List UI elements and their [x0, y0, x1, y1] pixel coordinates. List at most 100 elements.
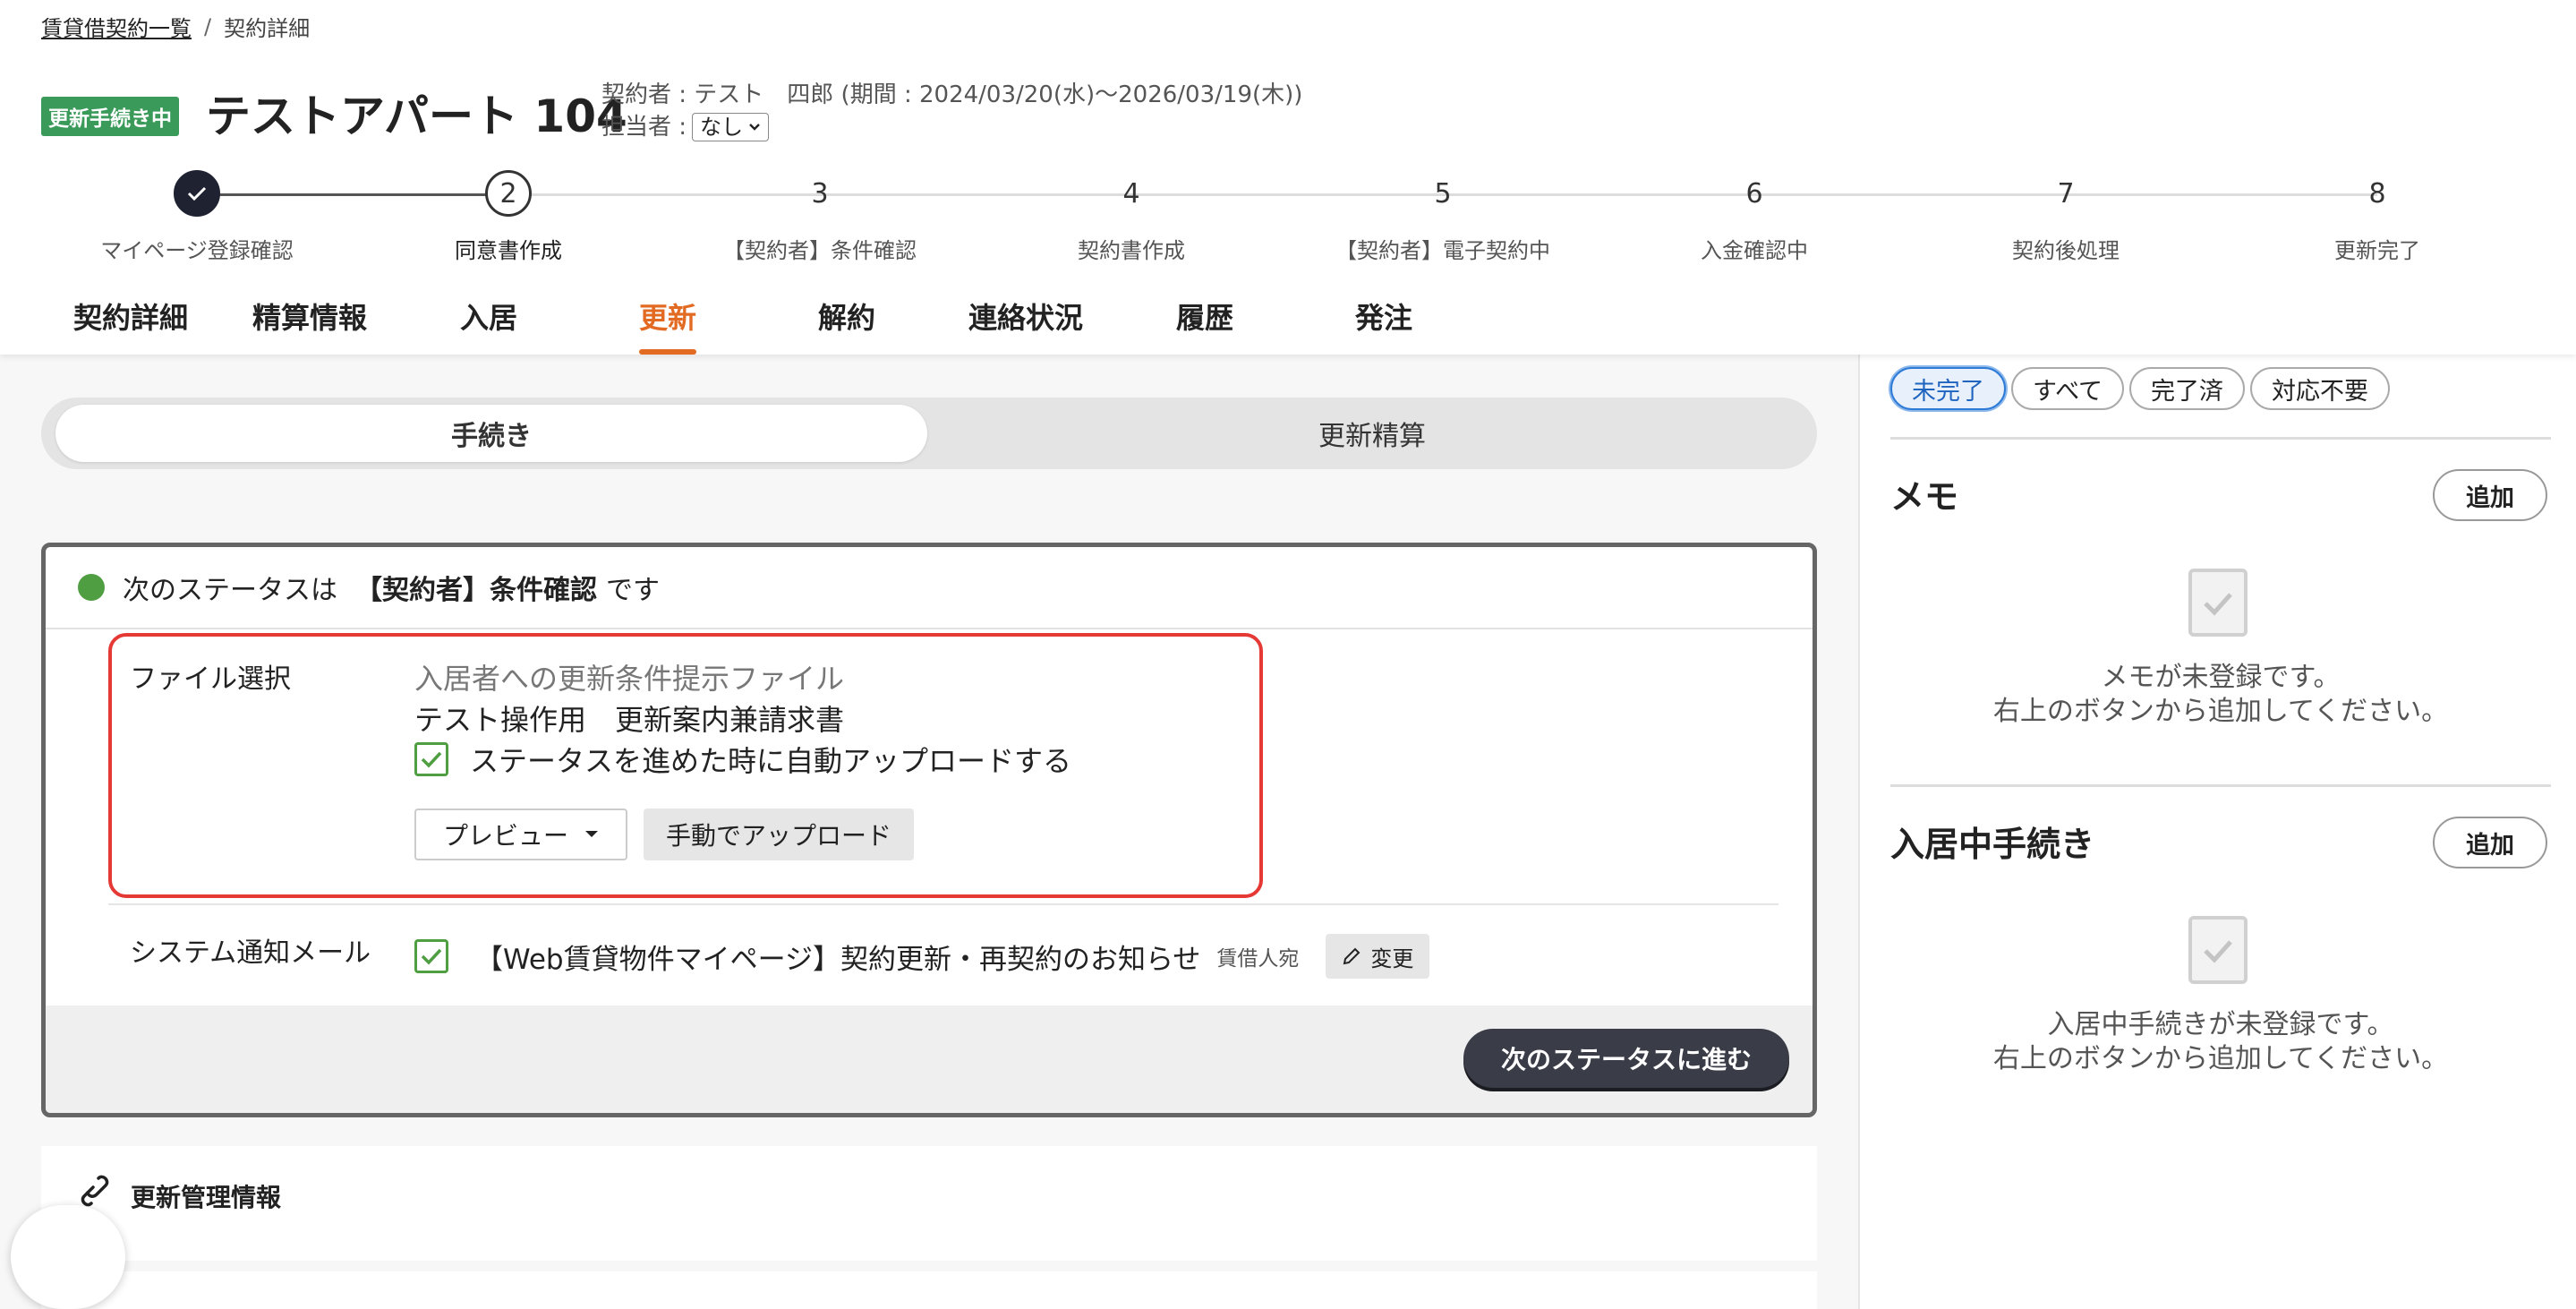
system-mail-row: 【Web賃貸物件マイページ】契約更新・再契約のお知らせ 賃借人宛 変更 [414, 934, 1430, 979]
procedure-segmented-control: 手続き 更新精算 [41, 398, 1817, 469]
segment-renewal-settlement[interactable]: 更新精算 [936, 405, 1808, 462]
status-card-footer: 次のステータスに進む [46, 1005, 1813, 1113]
step-label: 【契約者】電子契約中 [1335, 238, 1550, 263]
resident-procedures-title: 入居中手続き [1890, 825, 2095, 864]
panel-divider [1890, 437, 2551, 440]
check-icon [187, 186, 207, 201]
step-circle: 3 [811, 177, 829, 210]
next-status-suffix: です [606, 575, 660, 606]
add-procedure-button[interactable]: 追加 [2433, 817, 2547, 868]
status-badge: 更新手続き中 [41, 97, 179, 136]
assignee-select[interactable]: なし [692, 113, 770, 141]
memo-empty-message: メモが未登録です。 右上のボタンから追加してください。 [1890, 661, 2551, 729]
breadcrumb: 賃貸借契約一覧 / 契約詳細 [41, 11, 310, 42]
empty-checkbox-icon [2188, 569, 2248, 637]
tab-history[interactable]: 履歴 [1115, 295, 1294, 355]
caret-down-icon [585, 831, 598, 837]
memo-empty-line2: 右上のボタンから追加してください。 [1992, 696, 2449, 727]
section-divider [108, 903, 1778, 905]
link-icon [81, 1175, 109, 1207]
pencil-icon [1343, 947, 1361, 965]
segment-procedure[interactable]: 手続き [55, 405, 927, 462]
renewal-management-section: 更新管理情報 [41, 1146, 1817, 1261]
next-status-header: 次のステータスは 【契約者】条件確認 です [46, 547, 1813, 629]
step-label: 更新完了 [2334, 238, 2420, 263]
contract-info: 契約者 : テスト 四郎 (期間 : 2024/03/20(水)〜2026/03… [601, 79, 1302, 143]
next-section [41, 1271, 1817, 1309]
step-circle: 6 [1745, 177, 1763, 210]
breadcrumb-contract-list-link[interactable]: 賃貸借契約一覧 [41, 11, 192, 42]
tab-settlement-info[interactable]: 精算情報 [220, 295, 399, 355]
file-hint: 入居者への更新条件提示ファイル [414, 662, 845, 696]
procedures-empty-message: 入居中手続きが未登録です。 右上のボタンから追加してください。 [1890, 1008, 2551, 1076]
step-1: マイページ登録確認 [63, 170, 331, 264]
renewal-management-title: 更新管理情報 [131, 1183, 282, 1212]
step-label: 契約後処理 [2012, 238, 2120, 263]
tab-move-in[interactable]: 入居 [399, 295, 578, 355]
step-3: 3 【契約者】条件確認 [686, 170, 954, 264]
tab-renewal-label: 更新 [638, 301, 696, 335]
filter-not-needed[interactable]: 対応不要 [2250, 367, 2391, 410]
status-dot-icon [78, 574, 105, 601]
tab-contact-status[interactable]: 連絡状況 [936, 295, 1115, 355]
step-label: 契約書作成 [1078, 238, 1185, 263]
auto-upload-label: ステータスを進めた時に自動アップロードする [470, 744, 1072, 778]
empty-checkbox-icon [2188, 916, 2248, 984]
check-icon [421, 948, 442, 965]
assignee-label: 担当者 : [601, 114, 687, 141]
step-label: マイページ登録確認 [100, 238, 294, 263]
breadcrumb-separator: / [204, 13, 212, 39]
next-status-prefix: 次のステータスは [123, 575, 337, 606]
step-circle: 7 [2057, 177, 2075, 210]
step-label: 【契約者】条件確認 [723, 238, 917, 263]
manual-upload-button[interactable]: 手動でアップロード [644, 808, 914, 860]
file-selection-label: ファイル選択 [130, 663, 291, 695]
system-mail-checkbox[interactable] [414, 939, 448, 973]
tab-cancellation[interactable]: 解約 [757, 295, 936, 355]
mail-title: 【Web賃貸物件マイページ】契約更新・再契約のお知らせ [475, 943, 1201, 976]
step-7: 7 契約後処理 [1932, 170, 2200, 264]
page-title: テストアパート 104 [206, 90, 627, 142]
breadcrumb-current: 契約詳細 [224, 16, 311, 41]
edit-mail-button[interactable]: 変更 [1326, 934, 1430, 979]
auto-upload-checkbox[interactable] [414, 742, 448, 776]
assignee-value: なし [700, 115, 744, 140]
filter-completed[interactable]: 完了済 [2129, 367, 2246, 410]
panel-divider [1890, 784, 2551, 787]
step-circle [174, 170, 220, 217]
task-filter-chips: 未完了 すべて 完了済 対応不要 [1890, 367, 2391, 410]
tab-orders[interactable]: 発注 [1294, 295, 1473, 355]
progress-stepper: マイページ登録確認 2 同意書作成 3 【契約者】条件確認 4 契約書作成 5 … [0, 170, 2576, 263]
memo-empty-line1: メモが未登録です。 [2101, 662, 2341, 693]
step-circle: 8 [2368, 177, 2386, 210]
step-8: 8 更新完了 [2243, 170, 2512, 264]
page-header: 賃貸借契約一覧 / 契約詳細 更新手続き中 テストアパート 104 契約者 : … [0, 0, 2576, 355]
step-4: 4 契約書作成 [997, 170, 1266, 264]
tab-contract-details[interactable]: 契約詳細 [41, 295, 220, 355]
next-status-button[interactable]: 次のステータスに進む [1463, 1029, 1789, 1088]
add-memo-button[interactable]: 追加 [2433, 469, 2547, 521]
assignee-row: 担当者 : なし [601, 111, 1302, 143]
preview-label: プレビュー [442, 821, 568, 851]
tab-renewal[interactable]: 更新 [578, 295, 757, 355]
auto-upload-row: ステータスを進めた時に自動アップロードする [414, 739, 1071, 780]
mail-recipient: 賃借人宛 [1216, 947, 1300, 971]
preview-dropdown-button[interactable]: プレビュー [414, 808, 627, 860]
step-circle: 2 [485, 170, 532, 217]
step-circle: 4 [1122, 177, 1140, 210]
step-6: 6 入金確認中 [1620, 170, 1889, 264]
contract-holder-period: 契約者 : テスト 四郎 (期間 : 2024/03/20(水)〜2026/03… [601, 81, 1303, 108]
next-status-card: 次のステータスは 【契約者】条件確認 です ファイル選択 入居者への更新条件提示… [41, 543, 1817, 1117]
edit-label: 変更 [1370, 945, 1414, 971]
filter-all[interactable]: すべて [2011, 367, 2125, 410]
file-name: テスト操作用 更新案内兼請求書 [414, 703, 845, 737]
floating-action-button[interactable] [11, 1205, 125, 1309]
filter-incomplete[interactable]: 未完了 [1890, 367, 2006, 410]
step-label: 同意書作成 [455, 238, 562, 263]
step-circle: 5 [1434, 177, 1452, 210]
task-side-panel: 未完了 すべて 完了済 対応不要 メモ 追加 メモが未登録です。 右上のボタンか… [1858, 355, 2576, 1309]
memo-title: メモ [1890, 477, 1959, 517]
chevron-down-icon [749, 124, 760, 131]
active-tab-indicator [639, 349, 696, 355]
step-label: 入金確認中 [1701, 238, 1808, 263]
